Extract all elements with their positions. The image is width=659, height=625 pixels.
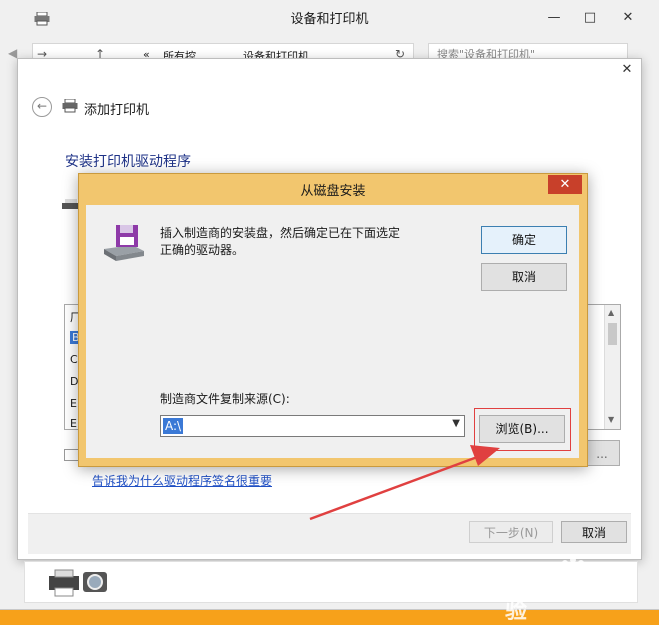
scroll-down-icon[interactable]: ▼ <box>608 415 614 424</box>
copy-source-value: A:\ <box>163 418 184 434</box>
scroll-thumb[interactable] <box>608 323 617 345</box>
dialog-title: 从磁盘安装 <box>300 184 366 199</box>
annotation-highlight-box <box>474 408 571 451</box>
chevron-down-icon[interactable]: ▼ <box>452 418 460 429</box>
close-icon: ✕ <box>559 177 571 192</box>
dialog-message: 插入制造商的安装盘，然后确定已在下面选定正确的驱动器。 <box>160 226 401 257</box>
scroll-up-icon[interactable]: ▲ <box>608 308 614 317</box>
copy-source-label: 制造商文件复制来源(C): <box>160 392 290 406</box>
wizard-title: 添加打印机 <box>84 103 150 118</box>
dialog-cancel-button[interactable]: 取消 <box>481 263 567 291</box>
list-item[interactable]: E <box>70 397 77 410</box>
back-arrow-icon[interactable]: ← <box>32 97 52 117</box>
watermark-url: jingyan.baidu.com <box>515 593 599 603</box>
list-item[interactable]: E <box>70 417 77 430</box>
dialog-close-button[interactable]: ✕ <box>548 175 582 194</box>
minimize-button[interactable]: — <box>540 8 568 28</box>
cancel-button[interactable]: 取消 <box>561 521 627 543</box>
install-from-disk-dialog: 从磁盘安装 ✕ 插入制造商的安装盘，然后确定已在下面选定正确的驱动器。 确定 取… <box>78 173 588 467</box>
nav-back-icon[interactable]: ◀ <box>8 46 17 60</box>
close-icon: ✕ <box>621 62 633 77</box>
printer-icon <box>62 99 78 113</box>
copy-source-combobox[interactable]: A:\ ▼ <box>160 415 465 437</box>
maximize-button[interactable]: □ <box>576 8 604 28</box>
printer-camera-icon <box>49 569 107 597</box>
close-icon: ✕ <box>622 10 634 25</box>
close-button[interactable]: ✕ <box>614 8 642 28</box>
windows-update-button[interactable]: ... <box>584 440 620 466</box>
wizard-heading: 安装打印机驱动程序 <box>65 154 191 170</box>
ok-button[interactable]: 确定 <box>481 226 567 254</box>
floppy-disk-icon <box>104 225 144 261</box>
minimize-icon: — <box>547 10 561 25</box>
list-item[interactable]: C <box>70 353 78 366</box>
watermark-logo: Baidu 经验 <box>505 555 635 624</box>
maximize-icon: □ <box>583 10 597 25</box>
wizard-close-button[interactable]: ✕ <box>614 61 640 79</box>
driver-signing-link[interactable]: 告诉我为什么驱动程序签名很重要 <box>92 472 272 489</box>
list-scrollbar[interactable]: ▲ ▼ <box>604 305 620 429</box>
next-button[interactable]: 下一步(N) <box>469 521 553 543</box>
dialog-body: 插入制造商的安装盘，然后确定已在下面选定正确的驱动器。 确定 取消 制造商文件复… <box>86 205 579 458</box>
